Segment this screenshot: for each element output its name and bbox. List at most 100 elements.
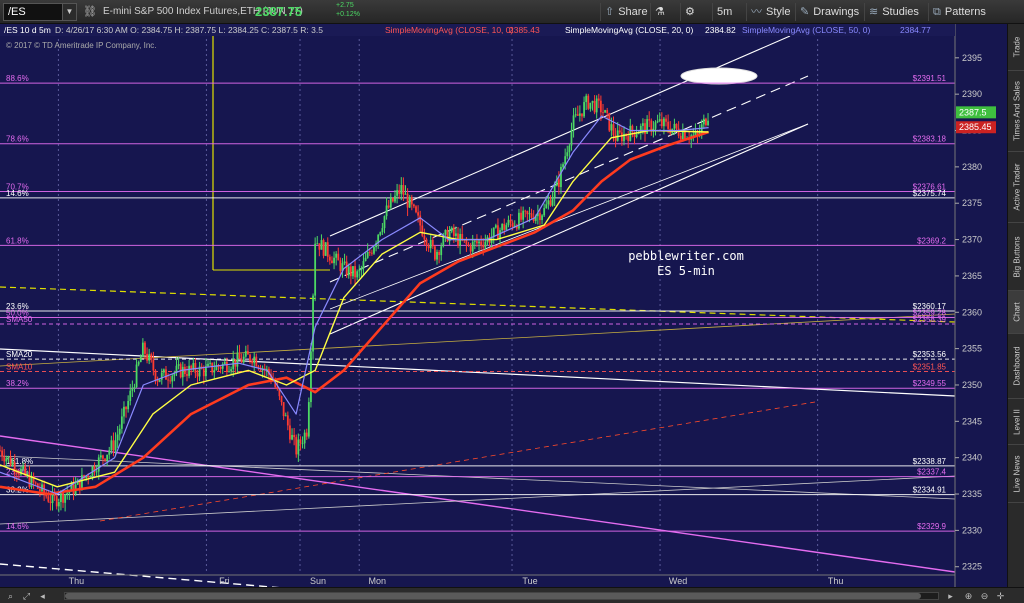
candle-body — [650, 120, 653, 132]
drawings-button[interactable]: ✎ Drawings — [795, 3, 863, 21]
legend-sma20-value: 2384.82 — [705, 25, 736, 35]
share-button[interactable]: ⇧ Share — [600, 3, 652, 21]
candle-body — [11, 462, 14, 466]
candle-body — [438, 251, 441, 256]
scrollbar-thumb[interactable] — [65, 593, 921, 599]
scroll-right-icon[interactable]: ▸ — [944, 590, 957, 602]
candle-body — [614, 135, 617, 141]
side-tab-active-trader[interactable]: Active Trader — [1008, 152, 1024, 223]
level-value: $2369.2 — [917, 236, 946, 245]
candle-body — [356, 271, 359, 278]
candle-body — [112, 440, 115, 451]
candle-body — [181, 366, 184, 378]
price-chart[interactable]: 88.6% $2391.51 78.6% $2383.18 70.7% $2376.61 1… — [0, 24, 1007, 587]
candle-body — [465, 240, 468, 245]
candle-body — [116, 434, 119, 441]
price-tick-label: 2390 — [962, 89, 982, 99]
price-tick-label: 2365 — [962, 271, 982, 281]
trendline — [0, 455, 956, 500]
scroll-left-icon[interactable]: ◂ — [36, 590, 49, 602]
candle-body — [291, 434, 293, 440]
link-icon[interactable]: ⛓ — [82, 4, 98, 20]
candle-body — [307, 402, 310, 437]
candle-body — [593, 100, 596, 113]
level-value: $2391.51 — [913, 74, 947, 83]
candle-body — [587, 95, 590, 109]
candle-body — [566, 152, 569, 157]
side-tab-chart[interactable]: Chart — [1008, 291, 1024, 334]
side-tab-live-news[interactable]: Live News — [1008, 445, 1024, 503]
symbol-dropdown-icon[interactable]: ▼ — [62, 4, 76, 20]
candle-body — [482, 245, 485, 248]
horizontal-scrollbar[interactable] — [64, 592, 939, 600]
candle-body — [202, 368, 205, 377]
time-tick-label: Thu — [69, 576, 85, 586]
candle-body — [610, 124, 613, 131]
price-tick-label: 2360 — [962, 307, 982, 317]
candle-body — [87, 475, 90, 478]
candle-body — [152, 359, 155, 371]
price-tick-label: 2380 — [962, 162, 982, 172]
candle-body — [144, 342, 146, 354]
side-tab-label: Active Trader — [1012, 163, 1021, 211]
candle-body — [188, 365, 190, 376]
candle-body — [606, 110, 609, 113]
price-tick-label: 2350 — [962, 380, 982, 390]
candle-body — [484, 241, 487, 248]
candle-body — [427, 245, 430, 249]
level-value: $2353.56 — [913, 350, 947, 359]
candle-body — [589, 102, 592, 109]
magnifier-icon[interactable]: ⌕ — [4, 590, 17, 602]
zoom-out-icon[interactable]: ⊖ — [978, 590, 991, 602]
candle-body — [681, 131, 684, 140]
fit-icon[interactable]: ⤢ — [20, 590, 33, 602]
candle-body — [679, 135, 682, 140]
side-tab-times-and-sales[interactable]: Times And Sales — [1008, 71, 1024, 152]
candle-body — [316, 243, 319, 245]
candle-body — [339, 260, 342, 272]
candle-body — [123, 406, 125, 417]
price-tag: 2385.45 — [959, 122, 992, 132]
crosshair-icon[interactable]: ✛ — [994, 590, 1007, 602]
patterns-button[interactable]: ⧉ Patterns — [928, 3, 990, 21]
candle-body — [326, 242, 329, 257]
candle-body — [114, 440, 117, 451]
side-tab-dashboard[interactable]: Dashboard — [1008, 334, 1024, 399]
candle-body — [654, 122, 657, 129]
candle-body — [284, 415, 287, 417]
candle-body — [406, 193, 409, 208]
side-tab-label: Level II — [1012, 408, 1021, 435]
candle-body — [385, 205, 388, 217]
chart-canvas[interactable]: 88.6% $2391.5178.6% $2383.1870.7% $2376.611… — [0, 24, 1007, 587]
timeframe-button[interactable]: 5m — [712, 3, 736, 21]
candle-body — [599, 100, 602, 113]
candle-body — [557, 179, 560, 187]
style-button[interactable]: 〰 Style — [746, 3, 794, 21]
side-tab-big-buttons[interactable]: Big Buttons — [1008, 223, 1024, 291]
candle-body — [383, 216, 386, 229]
highlight-ellipse — [680, 67, 758, 85]
candle-body — [242, 356, 245, 363]
candle-body — [295, 437, 298, 455]
candle-body — [314, 243, 317, 296]
zoom-in-icon[interactable]: ⊕ — [962, 590, 975, 602]
candle-body — [95, 471, 98, 473]
candle-body — [518, 212, 520, 229]
candle-body — [213, 370, 216, 373]
flask-button[interactable]: ⚗ — [650, 3, 669, 21]
candle-body — [186, 374, 188, 376]
candle-body — [110, 440, 113, 451]
side-tab-level-ii[interactable]: Level II — [1008, 399, 1024, 445]
symbol-input[interactable]: /ES ▼ — [3, 3, 77, 21]
candle-body — [528, 213, 531, 215]
top-toolbar: /ES ▼ ⛓ E-mini S&P 500 Index Futures,ETH… — [0, 0, 1024, 24]
side-tab-trade[interactable]: Trade — [1008, 24, 1024, 71]
level-label: SMA50 — [6, 315, 33, 324]
candle-body — [583, 102, 585, 117]
candle-body — [648, 119, 651, 121]
percent-change: +0.12% — [336, 11, 360, 18]
candle-body — [560, 166, 562, 187]
settings-button[interactable]: ⚙ — [680, 3, 699, 21]
candle-body — [417, 212, 419, 216]
studies-button[interactable]: ≋ Studies — [864, 3, 923, 21]
